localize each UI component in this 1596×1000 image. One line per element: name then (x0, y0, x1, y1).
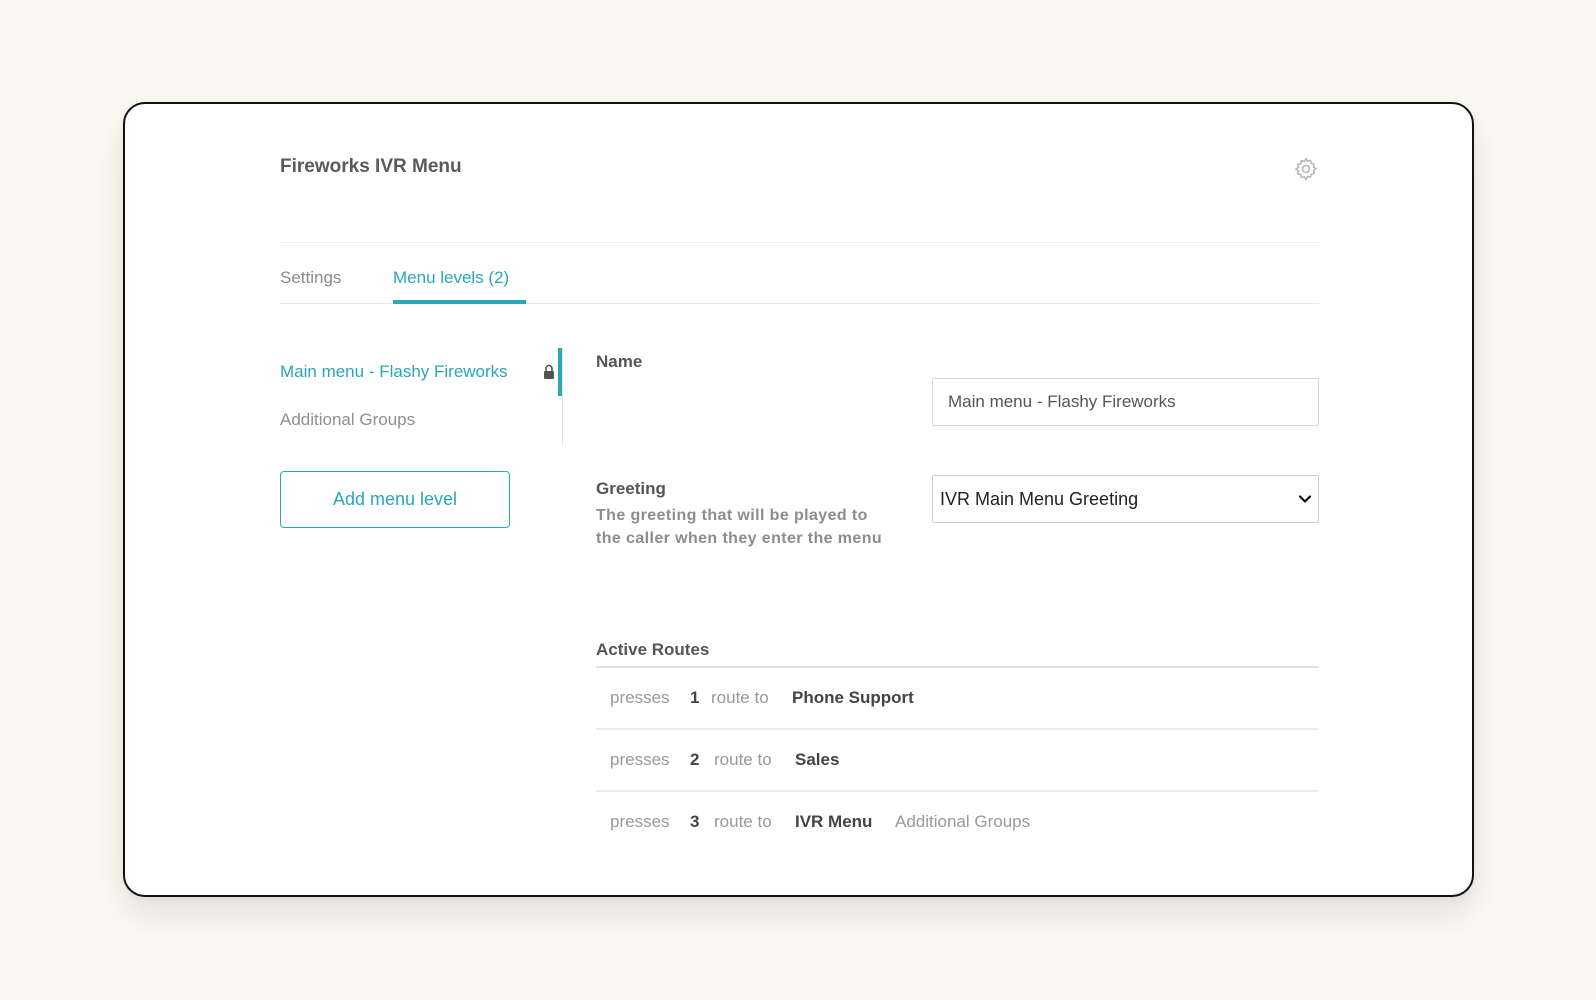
route-row[interactable]: presses 1 route to Phone Support (596, 668, 1319, 730)
route-destination: IVR Menu (795, 812, 873, 831)
route-extra: Additional Groups (895, 812, 1031, 831)
greeting-select[interactable]: IVR Main Menu Greeting (932, 475, 1319, 523)
tab-settings[interactable]: Settings (280, 268, 341, 288)
route-key: 1 (690, 688, 700, 707)
greeting-label: Greeting (596, 479, 666, 498)
greeting-help-text: The greeting that will be played to the … (596, 507, 883, 547)
route-presses-text: presses (610, 750, 670, 769)
ivr-menu-card: Fireworks IVR Menu Settings Menu levels … (123, 102, 1474, 897)
route-row[interactable]: presses 2 route to Sales (596, 730, 1319, 792)
active-tab-indicator (393, 300, 526, 304)
route-row[interactable]: presses 3 route to IVR Menu Additional G… (596, 792, 1319, 854)
route-key: 3 (690, 812, 700, 831)
chevron-down-icon (1298, 495, 1312, 503)
gear-icon[interactable] (1293, 156, 1319, 182)
lock-icon (544, 364, 554, 379)
sidebar-item-main-menu[interactable]: Main menu - Flashy Fireworks (280, 362, 508, 382)
route-presses-text: presses (610, 812, 670, 831)
route-destination: Sales (795, 750, 840, 769)
menu-level-list: Main menu - Flashy Fireworks Additional … (280, 348, 563, 446)
tab-bar: Settings Menu levels (2) (280, 264, 1319, 304)
page-title: Fireworks IVR Menu (280, 156, 462, 177)
route-key: 2 (690, 750, 700, 769)
sidebar-active-indicator (558, 348, 562, 396)
route-to-text: route to (714, 750, 772, 769)
route-destination: Phone Support (792, 688, 914, 707)
route-to-text: route to (711, 688, 769, 707)
route-to-text: route to (714, 812, 772, 831)
name-label: Name (596, 352, 643, 371)
name-input[interactable] (932, 378, 1319, 426)
active-routes-list: presses 1 route to Phone Support presses… (596, 666, 1319, 854)
greeting-select-value: IVR Main Menu Greeting (940, 489, 1139, 509)
sidebar-item-additional-groups[interactable]: Additional Groups (280, 410, 415, 430)
active-routes-label: Active Routes (596, 640, 710, 659)
header-divider (280, 242, 1319, 243)
add-menu-level-button[interactable]: Add menu level (280, 471, 510, 528)
route-presses-text: presses (610, 688, 670, 707)
tab-menu-levels[interactable]: Menu levels (2) (393, 268, 509, 288)
